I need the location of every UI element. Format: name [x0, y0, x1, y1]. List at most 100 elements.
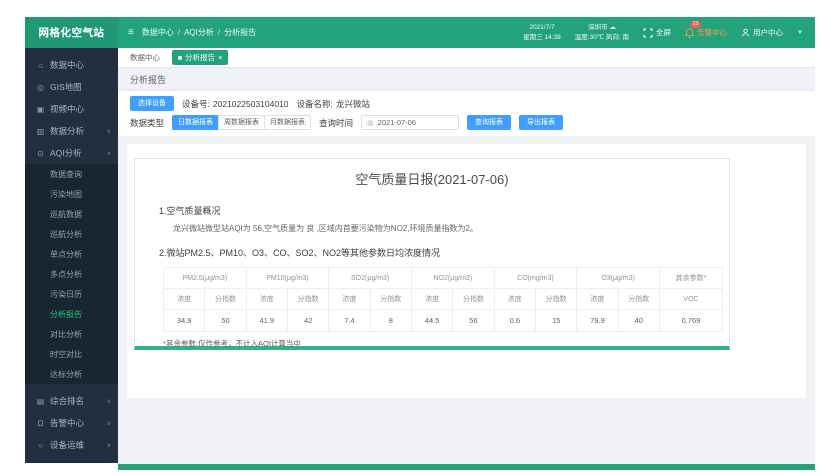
- table-value: 8: [370, 310, 411, 332]
- section1-title: 1.空气质量概况: [159, 204, 729, 217]
- table-subheader: VOC: [660, 289, 723, 310]
- select-device-button[interactable]: 选择设备: [130, 96, 174, 111]
- table-value: 41.9: [246, 310, 287, 332]
- table-value: 0.6: [494, 310, 535, 332]
- sidebar-item-device-ops[interactable]: ○设备运维∨: [25, 434, 118, 456]
- sidebar-item-label: 视频中心: [50, 103, 84, 115]
- chevron-down-icon[interactable]: ▼: [797, 30, 803, 36]
- sidebar-item-analysis-report[interactable]: 分析报告: [25, 304, 118, 324]
- report-table: PM2.5(μg/m3)PM10(μg/m3)SO2(μg/m3)NO2(μg/…: [163, 267, 723, 332]
- weather-display: 深圳市 ☁ 温度:30℃ 风向: 南: [575, 23, 629, 42]
- tab-bar: 数据中心 分析报告×: [118, 48, 815, 68]
- tab-close-icon[interactable]: ×: [218, 54, 222, 62]
- home-icon: ⌂: [36, 61, 45, 70]
- sidebar-item-more[interactable]: ▢: [25, 456, 118, 463]
- header-right: 2021/7/7 星期三 14:39 深圳市 ☁ 温度:30℃ 风向: 南 全屏…: [523, 23, 815, 42]
- device-icon: ○: [36, 441, 45, 450]
- analysis-icon: ▥: [36, 127, 45, 136]
- sidebar-item-label: AQI分析: [50, 147, 82, 159]
- breadcrumb-separator: /: [218, 28, 220, 37]
- chevron-down-icon: ∨: [107, 398, 111, 405]
- table-subheader: 浓度: [577, 289, 618, 310]
- table-value: 15: [535, 310, 576, 332]
- menu-collapse-icon[interactable]: ≡: [128, 28, 134, 38]
- breadcrumb-item[interactable]: 数据中心: [142, 27, 174, 38]
- sidebar-item-pollution-map[interactable]: 污染地图: [25, 184, 118, 204]
- sidebar-item-video-center[interactable]: ▣视频中心: [25, 98, 118, 120]
- tab-active-dot: [178, 56, 182, 60]
- sidebar-item-label: 数据中心: [50, 59, 84, 71]
- sidebar-item-standard-analysis[interactable]: 达标分析: [25, 364, 118, 384]
- sidebar-item-spacetime-compare[interactable]: 时空对比: [25, 344, 118, 364]
- breadcrumb-item[interactable]: 分析报告: [224, 27, 256, 38]
- sidebar-item-cruise-data[interactable]: 巡航数据: [25, 204, 118, 224]
- main-content: 数据中心分析报告× 分析报告 选择设备 设备号: 202102250310401…: [118, 48, 815, 464]
- device-name-value: 龙兴微站: [336, 98, 370, 110]
- breadcrumb-item[interactable]: AQI分析: [184, 27, 214, 38]
- top-header: 网格化空气站 ≡ 数据中心/AQI分析/分析报告 2021/7/7 星期三 14…: [25, 17, 815, 48]
- filter-row: 数据类型 日数据报表周数据报表月数据报表 查询时间 ▦ 2021-07-06 查…: [130, 115, 803, 130]
- query-report-button[interactable]: 查询报表: [467, 115, 511, 130]
- device-no-value: 2021022503104010: [213, 99, 289, 109]
- fullscreen-icon: [643, 28, 653, 38]
- sidebar-item-label: 数据分析: [50, 125, 84, 137]
- tab-active[interactable]: 分析报告×: [172, 50, 228, 65]
- section1-text: 龙兴微站微型站AQI为 56,空气质量为 良 ,区域内首要污染物为NO2,环境质…: [173, 223, 729, 234]
- chevron-down-icon: ∨: [107, 128, 111, 135]
- datetime-display: 2021/7/7 星期三 14:39: [523, 23, 561, 42]
- date-text: 2021/7/7: [523, 23, 561, 32]
- app-window: 网格化空气站 ≡ 数据中心/AQI分析/分析报告 2021/7/7 星期三 14…: [25, 17, 815, 470]
- tab-item[interactable]: 数据中心: [125, 50, 165, 65]
- query-toolbar: 选择设备 设备号: 2021022503104010 设备名称: 龙兴微站 数据…: [118, 91, 815, 136]
- date-input[interactable]: ▦ 2021-07-06: [361, 115, 459, 130]
- tab-label: 数据中心: [130, 52, 160, 63]
- sidebar-item-single-point-analysis[interactable]: 单点分析: [25, 244, 118, 264]
- sidebar-item-ranking[interactable]: ▤综合排名∨: [25, 390, 118, 412]
- fullscreen-button[interactable]: 全屏: [643, 27, 671, 38]
- chevron-down-icon: ∨: [107, 420, 111, 427]
- sidebar-item-pollution-calendar[interactable]: 污染日历: [25, 284, 118, 304]
- sidebar-item-label: 单点分析: [50, 249, 82, 260]
- sidebar-item-label: 告警中心: [50, 417, 84, 429]
- table-value: 79.9: [577, 310, 618, 332]
- aqi-icon: ⊙: [36, 149, 45, 158]
- table-group-header: PM2.5(μg/m3): [164, 268, 247, 289]
- user-center-button[interactable]: 用户中心: [741, 27, 783, 38]
- bell-icon: [685, 28, 694, 38]
- device-row: 选择设备 设备号: 2021022503104010 设备名称: 龙兴微站: [130, 96, 803, 111]
- type-button-2[interactable]: 月数据报表: [264, 115, 311, 130]
- sidebar-item-label: 多点分析: [50, 269, 82, 280]
- export-report-button[interactable]: 导出报表: [519, 115, 563, 130]
- sidebar-item-cruise-analysis[interactable]: 巡航分析: [25, 224, 118, 244]
- page-title: 分析报告: [118, 68, 815, 91]
- temp-wind-text: 温度:30℃ 风向: 南: [575, 33, 629, 42]
- city-text: 深圳市 ☁: [575, 23, 629, 32]
- type-button-0[interactable]: 日数据报表: [172, 115, 219, 130]
- type-button-1[interactable]: 周数据报表: [218, 115, 265, 130]
- alarm-icon: Ω: [36, 419, 45, 428]
- alarm-center-button[interactable]: 13 告警中心: [685, 27, 727, 38]
- sidebar-item-data-query[interactable]: 数据查询: [25, 164, 118, 184]
- sidebar-item-data-center[interactable]: ⌂ 数据中心: [25, 54, 118, 76]
- table-subheader: 分指数: [205, 289, 246, 310]
- sidebar-item-gis-map[interactable]: ◎GIS地图: [25, 76, 118, 98]
- sidebar-item-label: 数据查询: [50, 169, 82, 180]
- tab-label: 分析报告: [185, 52, 215, 63]
- weekday-time-text: 星期三 14:39: [523, 33, 561, 42]
- table-subheader: 分指数: [618, 289, 659, 310]
- table-subheader: 浓度: [164, 289, 205, 310]
- alarm-badge: 13: [690, 21, 701, 28]
- sidebar-item-aqi-analysis[interactable]: ⊙AQI分析∧: [25, 142, 118, 164]
- sidebar-item-compare-analysis[interactable]: 对比分析: [25, 324, 118, 344]
- sidebar-item-multi-point-analysis[interactable]: 多点分析: [25, 264, 118, 284]
- table-value: 40: [618, 310, 659, 332]
- report-title: 空气质量日报(2021-07-06): [135, 169, 729, 188]
- table-group-header: 其余参数*: [660, 268, 723, 289]
- table-subheader: 浓度: [329, 289, 370, 310]
- sidebar-item-label: 对比分析: [50, 329, 82, 340]
- chevron-down-icon: ∨: [107, 442, 111, 449]
- sidebar-item-alarm-center[interactable]: Ω 告警中心 ∨: [25, 412, 118, 434]
- sidebar-item-data-analysis[interactable]: ▥ 数据分析 ∨: [25, 120, 118, 142]
- cloud-icon: ☁: [609, 24, 616, 31]
- table-subheader: 浓度: [411, 289, 452, 310]
